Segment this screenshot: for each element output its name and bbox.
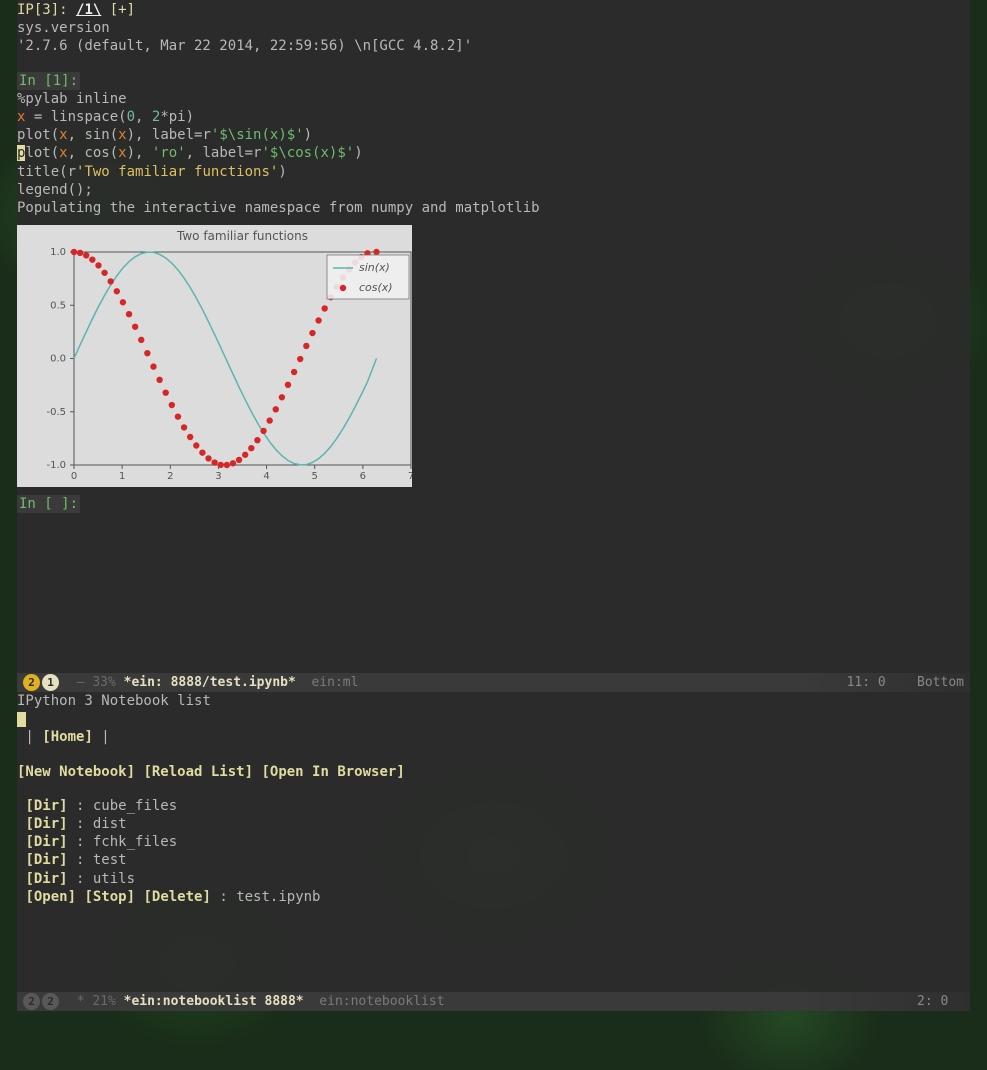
worksheet-prefix: IP[3]: bbox=[17, 2, 76, 18]
svg-text:-1.0: -1.0 bbox=[46, 460, 66, 471]
cell-1-prompt: In [1]: bbox=[17, 72, 80, 90]
svg-text:6: 6 bbox=[360, 471, 366, 482]
cell-1: In [1]: %pylab inline x = linspace(0, 2*… bbox=[17, 72, 970, 488]
svg-text:0: 0 bbox=[71, 471, 77, 482]
notebooklist-pane: IPython 3 Notebook list | [Home] | [New … bbox=[17, 692, 970, 992]
worksheet-add-tab[interactable]: [+] bbox=[110, 2, 135, 18]
modeline-badge-1: 2 bbox=[23, 674, 40, 691]
list-item: [Open] [Stop] [Delete] : test.ipynb bbox=[17, 888, 970, 906]
list-item: [Dir] : cube_files bbox=[17, 797, 970, 815]
svg-text:-0.5: -0.5 bbox=[46, 407, 66, 418]
item-action[interactable]: [Open] bbox=[25, 889, 76, 905]
notebooklist-title: IPython 3 Notebook list bbox=[17, 692, 970, 710]
cell-1-line-4[interactable]: plot(x, cos(x), 'ro', label=r'$\cos(x)$'… bbox=[17, 144, 970, 162]
cell-0-input[interactable]: sys.version bbox=[17, 19, 970, 37]
item-action[interactable]: [Dir] bbox=[25, 834, 67, 850]
worksheet-tabs: IP[3]: /1\ [+] bbox=[17, 0, 970, 19]
item-action[interactable]: [Dir] bbox=[25, 798, 67, 814]
modeline-buffer-name: *ein: 8888/test.ipynb* bbox=[124, 673, 296, 692]
svg-text:4: 4 bbox=[263, 471, 269, 482]
reload-list-button[interactable]: [Reload List] bbox=[143, 764, 253, 780]
svg-text:sin(x): sin(x) bbox=[359, 261, 390, 274]
modeline-percent: 33% bbox=[92, 673, 115, 692]
svg-text:3: 3 bbox=[215, 471, 221, 482]
item-action[interactable]: [Dir] bbox=[25, 852, 67, 868]
modeline-linecol: 2: 0 bbox=[917, 992, 948, 1011]
modeline-bottom: 2 2 * 21% *ein:notebooklist 8888* ein:no… bbox=[17, 992, 970, 1011]
modeline-mode: ein:notebooklist bbox=[319, 992, 444, 1011]
cell-1-line-1[interactable]: %pylab inline bbox=[17, 90, 970, 108]
svg-text:5: 5 bbox=[312, 471, 318, 482]
cell-1-line-6[interactable]: legend(); bbox=[17, 181, 970, 199]
modeline-linecol: 11: 0 bbox=[847, 673, 886, 692]
svg-text:Two familiar functions: Two familiar functions bbox=[176, 229, 308, 243]
svg-text:1.0: 1.0 bbox=[50, 247, 66, 258]
list-item: [Dir] : utils bbox=[17, 870, 970, 888]
svg-text:0.0: 0.0 bbox=[50, 354, 66, 365]
cursor bbox=[17, 712, 26, 727]
worksheet-tab-active[interactable]: /1\ bbox=[76, 2, 101, 18]
svg-text:7: 7 bbox=[408, 471, 412, 482]
cell-1-output-plot: 0 1 2 3 4 5 6 7 -1.0 -0.5 0.0 0.5 1.0 Two familiar fu… bbox=[17, 225, 412, 487]
modeline-dash: — bbox=[77, 673, 85, 692]
modeline-mode: ein:ml bbox=[311, 673, 358, 692]
modeline-percent: 21% bbox=[92, 992, 115, 1011]
svg-text:2: 2 bbox=[167, 471, 173, 482]
modeline-top: 2 1 — 33% *ein: 8888/test.ipynb* ein:ml … bbox=[17, 673, 970, 692]
modeline-badge-2: 2 bbox=[42, 993, 59, 1010]
modeline-position: Bottom bbox=[917, 673, 964, 692]
modeline-buffer-name: *ein:notebooklist 8888* bbox=[124, 992, 304, 1011]
notebook-pane: IP[3]: /1\ [+] sys.version '2.7.6 (defau… bbox=[17, 0, 970, 673]
cell-1-line-5[interactable]: title(r'Two familiar functions') bbox=[17, 163, 970, 181]
svg-text:0.5: 0.5 bbox=[50, 300, 66, 311]
modeline-badge-1: 2 bbox=[23, 993, 40, 1010]
open-in-browser-button[interactable]: [Open In Browser] bbox=[261, 764, 404, 780]
item-action[interactable]: [Stop] bbox=[84, 889, 135, 905]
notebooklist-breadcrumb: | [Home] | bbox=[17, 728, 970, 746]
chart-svg: 0 1 2 3 4 5 6 7 -1.0 -0.5 0.0 0.5 1.0 Two familiar fu… bbox=[17, 225, 412, 487]
item-action[interactable]: [Dir] bbox=[25, 816, 67, 832]
notebooklist-actions: [New Notebook] [Reload List] [Open In Br… bbox=[17, 763, 970, 781]
list-item: [Dir] : test bbox=[17, 851, 970, 869]
cell-2[interactable]: In [ ]: bbox=[17, 495, 970, 513]
cell-1-line-3[interactable]: plot(x, sin(x), label=r'$\sin(x)$') bbox=[17, 126, 970, 144]
home-link[interactable]: [Home] bbox=[42, 729, 93, 745]
cell-2-prompt: In [ ]: bbox=[17, 495, 80, 513]
cell-0-output: '2.7.6 (default, Mar 22 2014, 22:59:56) … bbox=[17, 37, 970, 55]
svg-text:1: 1 bbox=[119, 471, 125, 482]
list-item: [Dir] : dist bbox=[17, 815, 970, 833]
cell-1-output-text: Populating the interactive namespace fro… bbox=[17, 199, 970, 217]
item-action[interactable]: [Delete] bbox=[143, 889, 210, 905]
modeline-star: * bbox=[77, 992, 85, 1011]
modeline-badge-2: 1 bbox=[42, 674, 59, 691]
svg-text:cos(x): cos(x) bbox=[359, 281, 393, 294]
new-notebook-button[interactable]: [New Notebook] bbox=[17, 764, 135, 780]
cell-1-line-2[interactable]: x = linspace(0, 2*pi) bbox=[17, 108, 970, 126]
item-action[interactable]: [Dir] bbox=[25, 871, 67, 887]
list-item: [Dir] : fchk_files bbox=[17, 833, 970, 851]
